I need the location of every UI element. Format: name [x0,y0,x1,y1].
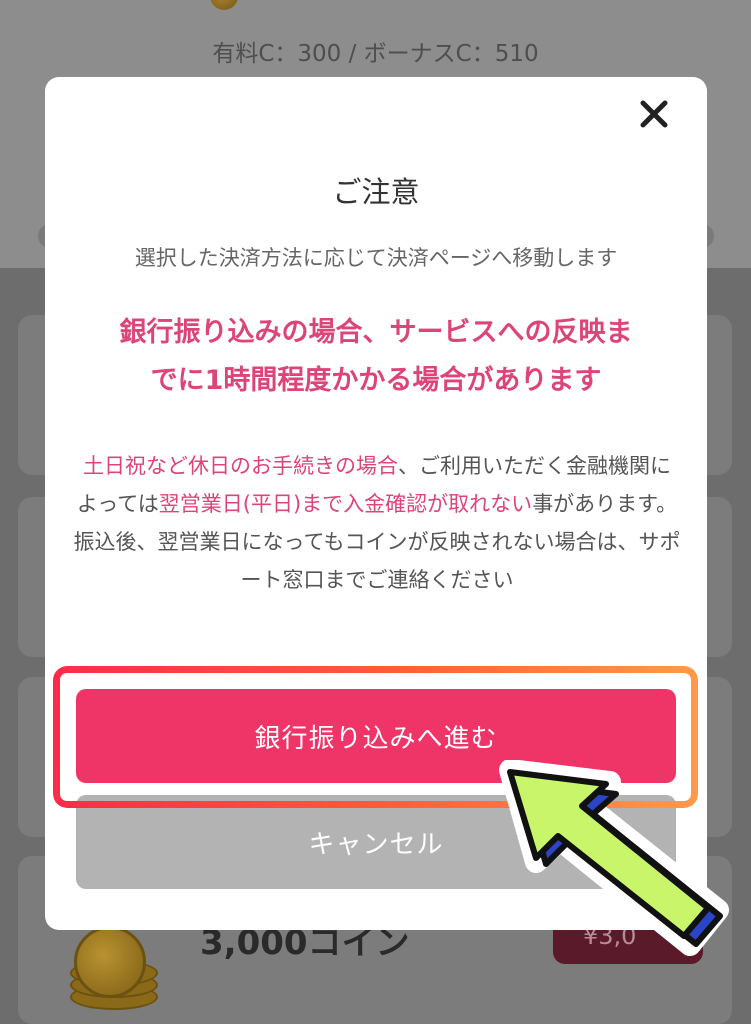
coin-balance: 有料C：300 / ボーナスC：510 [212,41,539,67]
holiday-notice: 土日祝など休日のお手続きの場合、ご利用いただく金融機関によっては翌営業日(平日)… [73,447,681,599]
close-icon[interactable] [639,99,669,129]
warning-line-1: 銀行振り込みの場合、サービスへの反映ま [119,317,633,348]
bank-transfer-warning: 銀行振り込みの場合、サービスへの反映ま でに1時間程度かかる場合があります [75,309,677,405]
cancel-button[interactable]: キャンセル [76,795,676,889]
dialog-intro-text: 選択した決済方法に応じて決済ページへ移動します [134,246,618,270]
proceed-bank-transfer-button[interactable]: 銀行振り込みへ進む [76,689,676,783]
warning-line-2: でに1時間程度かかる場合があります [150,365,602,396]
notice-highlight-holiday: 土日祝など休日のお手続きの場合 [83,454,398,478]
background-title [210,0,238,10]
dialog-title: ご注意 [332,175,420,209]
caution-dialog: ご注意 選択した決済方法に応じて決済ページへ移動します 銀行振り込みの場合、サー… [45,77,707,930]
coin-icon [210,0,238,10]
coin-stack-icon [70,926,158,1010]
notice-highlight-next-business-day: 翌営業日(平日)まで入金確認が取れない [158,492,533,516]
